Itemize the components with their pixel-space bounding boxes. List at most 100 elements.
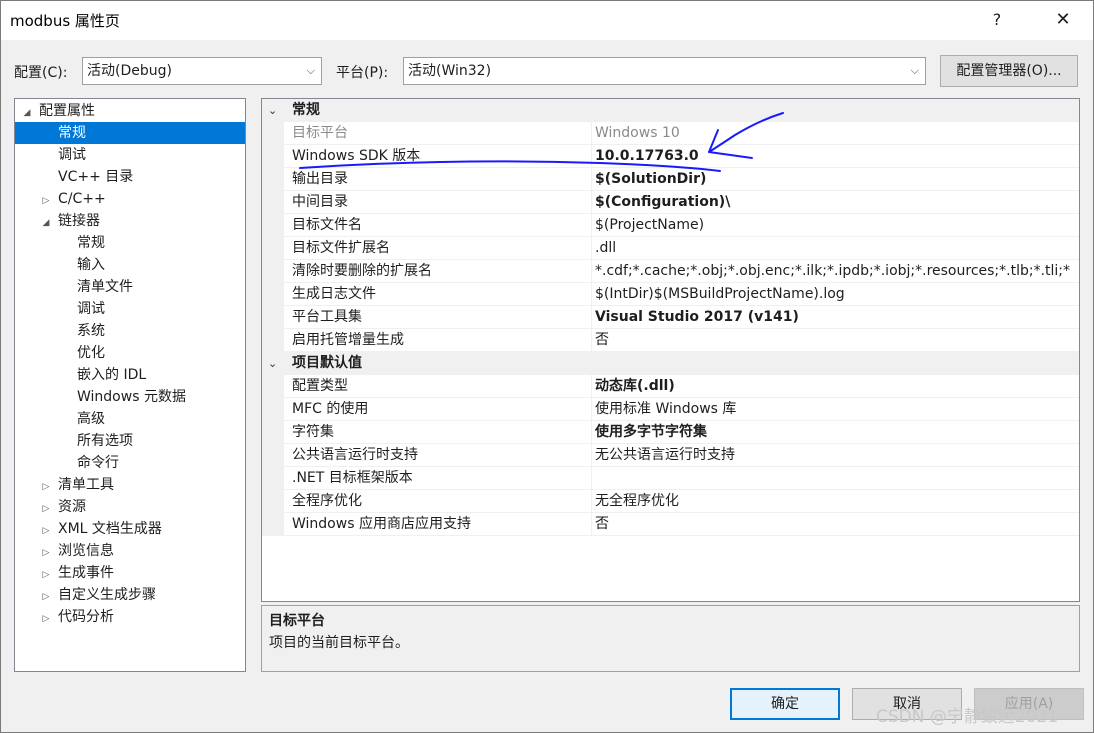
property-row[interactable]: 全程序优化 无全程序优化 <box>262 490 1079 513</box>
property-value[interactable]: 使用多字节字符集 <box>595 421 1077 444</box>
property-row[interactable]: .NET 目标框架版本 <box>262 467 1079 490</box>
property-row[interactable]: 生成日志文件 $(IntDir)$(MSBuildProjectName).log <box>262 283 1079 306</box>
expand-icon[interactable]: ▷ <box>40 190 52 212</box>
property-row[interactable]: Windows SDK 版本 10.0.17763.0 <box>262 145 1079 168</box>
property-value[interactable]: 动态库(.dll) <box>595 375 1077 398</box>
tree-item[interactable]: 所有选项 <box>15 430 245 452</box>
expand-icon[interactable]: ▷ <box>40 564 52 586</box>
property-value[interactable]: 10.0.17763.0 <box>595 145 1077 168</box>
expand-icon[interactable]: ▷ <box>40 542 52 564</box>
property-row[interactable]: MFC 的使用 使用标准 Windows 库 <box>262 398 1079 421</box>
config-label: 配置(C): <box>14 65 68 81</box>
column-divider[interactable] <box>591 168 592 191</box>
tree-item[interactable]: ▷ 生成事件 <box>15 562 245 586</box>
column-divider[interactable] <box>591 421 592 444</box>
property-value[interactable]: 使用标准 Windows 库 <box>595 398 1077 421</box>
column-divider[interactable] <box>591 260 592 283</box>
column-divider[interactable] <box>591 513 592 536</box>
tree-item[interactable]: ▷ 代码分析 <box>15 606 245 630</box>
tree-item[interactable]: 调试 <box>15 298 245 320</box>
tree-item-label: 系统 <box>77 323 105 339</box>
expand-icon[interactable]: ▷ <box>40 586 52 608</box>
row-gutter <box>262 490 284 513</box>
property-row[interactable]: 中间目录 $(Configuration)\ <box>262 191 1079 214</box>
tree-item[interactable]: 清单文件 <box>15 276 245 298</box>
property-row[interactable]: 启用托管增量生成 否 <box>262 329 1079 352</box>
property-value[interactable]: 否 <box>595 513 1077 536</box>
help-button[interactable]: ? <box>985 8 1009 32</box>
tree-item[interactable]: ◢ 链接器 <box>15 210 245 234</box>
tree-item[interactable]: 高级 <box>15 408 245 430</box>
tree-item[interactable]: 常规 <box>15 232 245 254</box>
property-row[interactable]: 目标平台 Windows 10 <box>262 122 1079 145</box>
tree-item[interactable]: ▷ 清单工具 <box>15 474 245 498</box>
tree-item[interactable]: Windows 元数据 <box>15 386 245 408</box>
column-divider[interactable] <box>591 444 592 467</box>
tree-item[interactable]: ▷ 浏览信息 <box>15 540 245 564</box>
property-value[interactable]: $(Configuration)\ <box>595 191 1077 214</box>
property-row[interactable]: 输出目录 $(SolutionDir) <box>262 168 1079 191</box>
property-tree[interactable]: ◢ 配置属性 常规 调试 VC++ 目录 ▷ C/C++ ◢ 链接器 常规 输入 清单文件 调试 系统 优化… <box>14 98 246 672</box>
collapse-icon[interactable]: ◢ <box>40 212 52 234</box>
expand-icon[interactable]: ▷ <box>40 520 52 542</box>
property-value[interactable]: 否 <box>595 329 1077 352</box>
tree-item[interactable]: VC++ 目录 <box>15 166 245 188</box>
property-row[interactable]: 公共语言运行时支持 无公共语言运行时支持 <box>262 444 1079 467</box>
column-divider[interactable] <box>591 237 592 260</box>
property-row[interactable]: 目标文件扩展名 .dll <box>262 237 1079 260</box>
ok-button[interactable]: 确定 <box>730 688 840 720</box>
tree-item[interactable]: 调试 <box>15 144 245 166</box>
category-defaults[interactable]: ⌄ 项目默认值 <box>262 352 1079 375</box>
property-row[interactable]: 平台工具集 Visual Studio 2017 (v141) <box>262 306 1079 329</box>
tree-item[interactable]: ▷ 自定义生成步骤 <box>15 584 245 608</box>
property-row[interactable]: 目标文件名 $(ProjectName) <box>262 214 1079 237</box>
property-grid[interactable]: ⌄ 常规 目标平台 Windows 10 Windows SDK 版本 10.0.17… <box>261 98 1080 602</box>
property-value[interactable]: Visual Studio 2017 (v141) <box>595 306 1077 329</box>
tree-item[interactable]: ◢ 配置属性 <box>15 100 245 124</box>
property-value[interactable]: Windows 10 <box>595 122 1077 145</box>
property-name: 清除时要删除的扩展名 <box>292 263 432 279</box>
property-value[interactable]: .dll <box>595 237 1077 260</box>
tree-item[interactable]: ▷ XML 文档生成器 <box>15 518 245 542</box>
property-value[interactable]: $(IntDir)$(MSBuildProjectName).log <box>595 283 1077 306</box>
tree-item[interactable]: 嵌入的 IDL <box>15 364 245 386</box>
column-divider[interactable] <box>591 283 592 306</box>
expand-icon[interactable]: ▷ <box>40 608 52 630</box>
column-divider[interactable] <box>591 145 592 168</box>
tree-item[interactable]: 优化 <box>15 342 245 364</box>
tree-item-label: Windows 元数据 <box>77 389 186 405</box>
tree-item[interactable]: 命令行 <box>15 452 245 474</box>
column-divider[interactable] <box>591 467 592 490</box>
config-manager-button[interactable]: 配置管理器(O)... <box>940 55 1078 87</box>
column-divider[interactable] <box>591 191 592 214</box>
property-value[interactable]: 无全程序优化 <box>595 490 1077 513</box>
config-dropdown[interactable]: 活动(Debug) ⌵ <box>82 57 322 85</box>
tree-item[interactable]: 系统 <box>15 320 245 342</box>
close-button[interactable]: ✕ <box>1048 6 1078 34</box>
column-divider[interactable] <box>591 375 592 398</box>
property-row[interactable]: 清除时要删除的扩展名 *.cdf;*.cache;*.obj;*.obj.enc;… <box>262 260 1079 283</box>
expand-icon[interactable]: ▷ <box>40 476 52 498</box>
tree-item[interactable]: ▷ 资源 <box>15 496 245 520</box>
column-divider[interactable] <box>591 122 592 145</box>
tree-item[interactable]: ▷ C/C++ <box>15 188 245 212</box>
column-divider[interactable] <box>591 398 592 421</box>
expand-icon[interactable]: ▷ <box>40 498 52 520</box>
collapse-icon[interactable]: ◢ <box>21 102 33 124</box>
category-general[interactable]: ⌄ 常规 <box>262 99 1079 122</box>
property-name: 输出目录 <box>292 171 348 187</box>
column-divider[interactable] <box>591 306 592 329</box>
column-divider[interactable] <box>591 214 592 237</box>
tree-item[interactable]: 输入 <box>15 254 245 276</box>
property-value[interactable]: $(SolutionDir) <box>595 168 1077 191</box>
property-row[interactable]: Windows 应用商店应用支持 否 <box>262 513 1079 536</box>
column-divider[interactable] <box>591 329 592 352</box>
property-value[interactable]: *.cdf;*.cache;*.obj;*.obj.enc;*.ilk;*.ip… <box>595 260 1077 283</box>
property-value[interactable]: $(ProjectName) <box>595 214 1077 237</box>
column-divider[interactable] <box>591 490 592 513</box>
tree-item[interactable]: 常规 <box>15 122 245 144</box>
property-value[interactable]: 无公共语言运行时支持 <box>595 444 1077 467</box>
property-row[interactable]: 配置类型 动态库(.dll) <box>262 375 1079 398</box>
property-row[interactable]: 字符集 使用多字节字符集 <box>262 421 1079 444</box>
platform-dropdown[interactable]: 活动(Win32) ⌵ <box>403 57 926 85</box>
